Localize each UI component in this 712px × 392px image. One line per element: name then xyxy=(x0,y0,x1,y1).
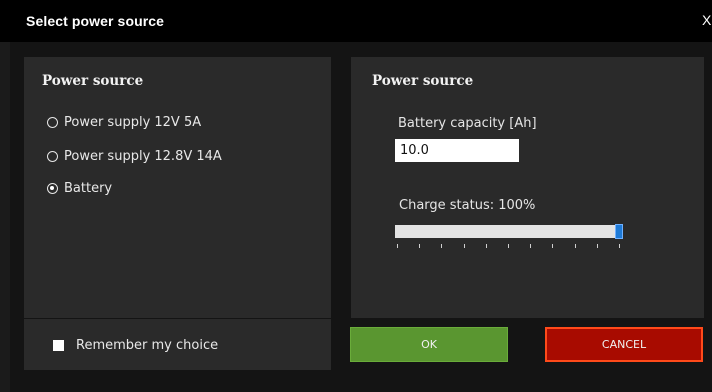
option-label: Battery xyxy=(64,180,113,196)
option-power-supply-12-8v-14a[interactable]: Power supply 12.8V 14A xyxy=(47,147,222,165)
slider-tick xyxy=(508,244,509,248)
option-label: Power supply 12V 5A xyxy=(64,114,202,130)
charge-status-slider[interactable] xyxy=(395,224,623,239)
slider-tick xyxy=(530,244,531,248)
battery-capacity-input[interactable] xyxy=(395,139,519,162)
power-source-settings-panel xyxy=(351,57,704,318)
slider-tick xyxy=(464,244,465,248)
slider-tick xyxy=(619,244,620,248)
slider-tick xyxy=(575,244,576,248)
option-battery[interactable]: Battery xyxy=(47,179,112,197)
close-button[interactable]: X xyxy=(702,12,712,28)
radio-checked-icon[interactable] xyxy=(47,182,58,194)
cancel-button[interactable]: CANCEL xyxy=(545,327,703,362)
remember-label: Remember my choice xyxy=(76,337,219,353)
option-label: Power supply 12.8V 14A xyxy=(64,148,222,164)
slider-ticks xyxy=(397,244,621,250)
slider-tick xyxy=(441,244,442,248)
radio-icon[interactable] xyxy=(47,150,58,162)
dialog-title: Select power source xyxy=(26,13,165,29)
slider-tick xyxy=(419,244,420,248)
battery-capacity-label: Battery capacity [Ah] xyxy=(398,116,537,131)
slider-thumb[interactable] xyxy=(615,224,623,239)
slider-tick xyxy=(397,244,398,248)
remember-my-choice-checkbox[interactable]: Remember my choice xyxy=(53,336,218,354)
charge-status-label: Charge status: 100% xyxy=(399,198,536,213)
option-power-supply-12v-5a[interactable]: Power supply 12V 5A xyxy=(47,113,201,131)
ok-button[interactable]: OK xyxy=(350,327,508,362)
checkbox-icon[interactable] xyxy=(53,339,64,351)
radio-icon[interactable] xyxy=(47,116,58,128)
slider-tick xyxy=(597,244,598,248)
title-bar: Select power source X xyxy=(0,0,712,42)
right-panel-title: Power source xyxy=(372,73,474,89)
slider-tick xyxy=(486,244,487,248)
left-panel-title: Power source xyxy=(42,73,144,89)
slider-tick xyxy=(552,244,553,248)
